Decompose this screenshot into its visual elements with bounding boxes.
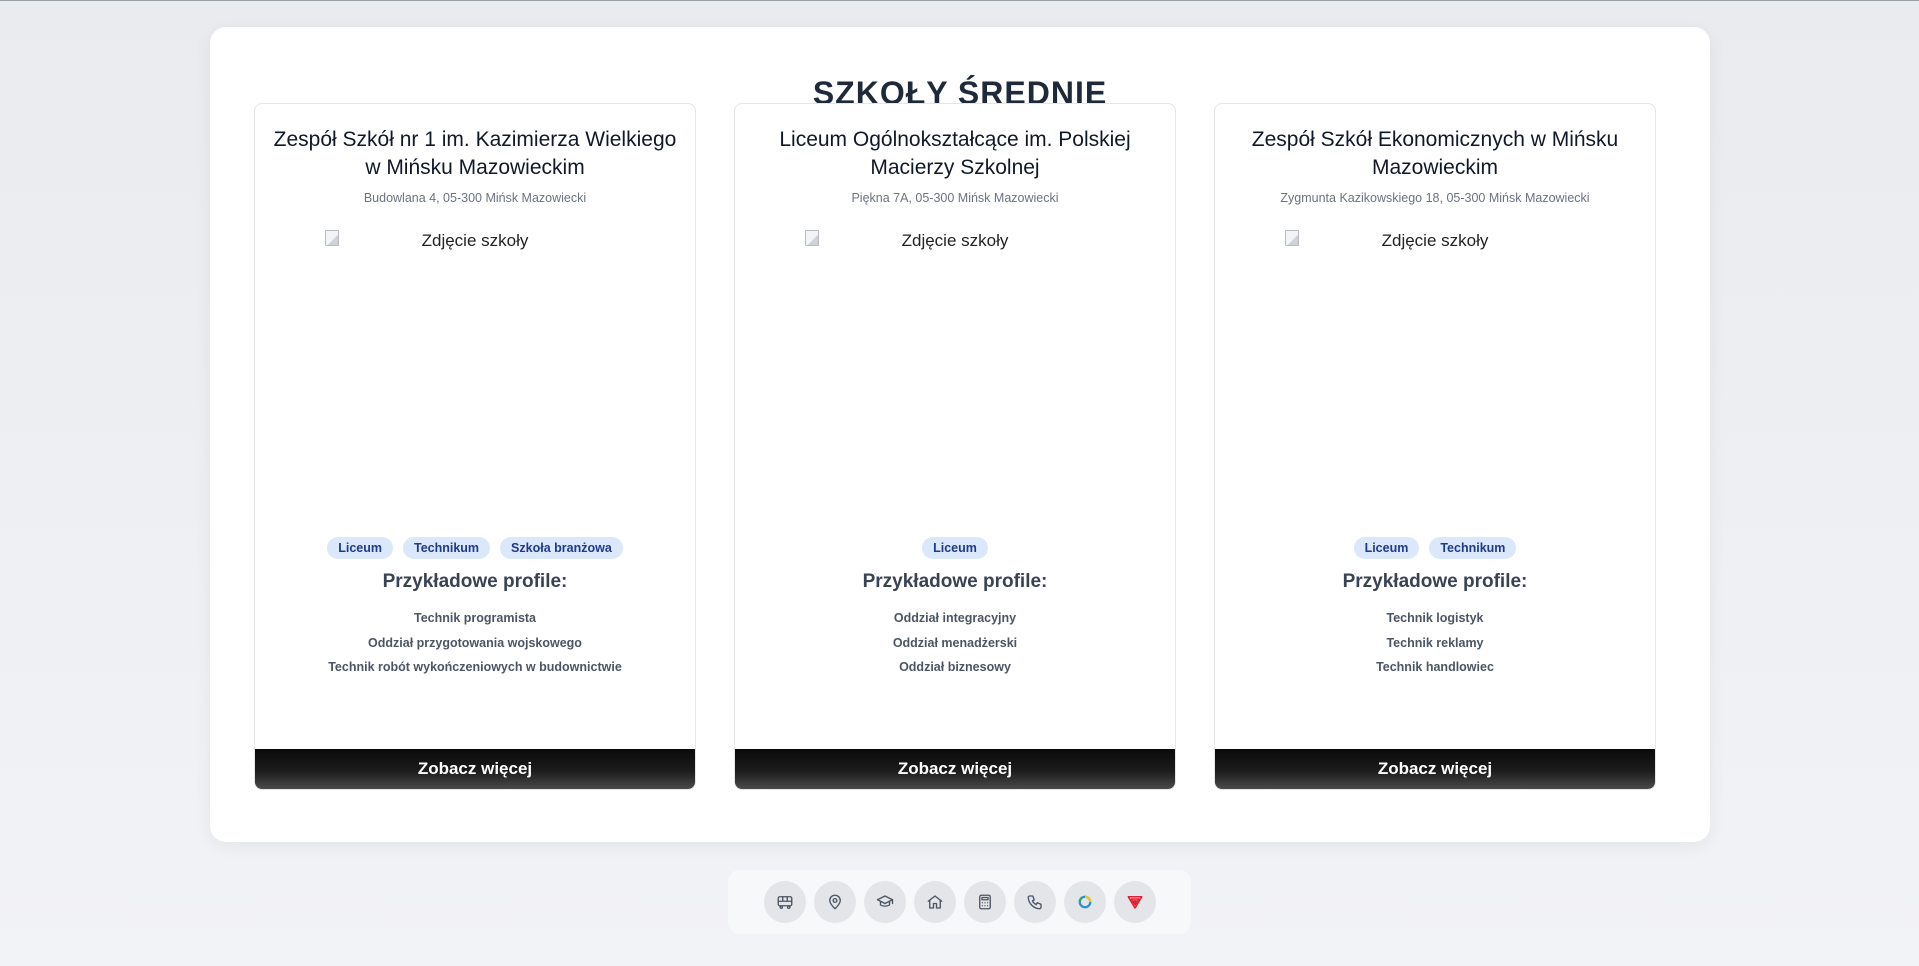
phone-icon[interactable]: [1013, 881, 1056, 923]
broken-image-icon: [1285, 230, 1299, 246]
profile-item: Oddział menadżerski: [892, 635, 1018, 650]
bus-icon[interactable]: [763, 881, 806, 923]
school-name: Zespół Szkół Ekonomicznych w Mińsku Mazo…: [1251, 128, 1619, 179]
school-address: Zygmunta Kazikowskiego 18, 05-300 Mińsk …: [1280, 191, 1590, 205]
profile-item: Technik handlowiec: [1376, 660, 1494, 674]
graduation-cap-icon[interactable]: [863, 881, 906, 923]
profile-item: Technik logistyk: [1386, 611, 1484, 625]
tag-technikum: Technikum: [402, 537, 491, 559]
school-type-tags: Liceum Technikum Szkoła branżowa: [255, 537, 695, 559]
see-more-button[interactable]: Zobacz więcej: [735, 749, 1175, 789]
school-card: Zespół Szkół nr 1 im. Kazimierza Wielkie…: [254, 103, 696, 790]
school-photo-alt: Zdjęcie szkoły: [421, 231, 529, 250]
profiles-heading: Przykładowe profile:: [862, 571, 1048, 592]
profile-item: Oddział przygotowania wojskowego: [368, 635, 582, 650]
schools-panel: SZKOŁY ŚREDNIE Zespół Szkół nr 1 im. Kaz…: [210, 27, 1710, 842]
school-photo-alt: Zdjęcie szkoły: [1381, 231, 1489, 250]
school-type-tags: Liceum: [735, 537, 1175, 559]
profiles-list: Technik programista Oddział przygotowani…: [255, 606, 695, 680]
profiles-list: Technik logistyk Technik reklamy Technik…: [1215, 606, 1655, 680]
profile-item: Technik reklamy: [1386, 635, 1484, 650]
home-icon[interactable]: [913, 881, 956, 923]
school-card: Zespół Szkół Ekonomicznych w Mińsku Mazo…: [1214, 103, 1656, 790]
tag-liceum: Liceum: [1353, 537, 1420, 559]
profile-item: Oddział integracyjny: [893, 611, 1017, 625]
see-more-button[interactable]: Zobacz więcej: [255, 749, 695, 789]
calculator-icon[interactable]: [963, 881, 1006, 923]
school-photo: Zdjęcie szkoły: [325, 230, 625, 510]
profile-item: Technik programista: [413, 611, 537, 625]
profile-item: Oddział biznesowy: [899, 660, 1011, 674]
tag-liceum: Liceum: [327, 537, 393, 559]
school-type-tags: Liceum Technikum: [1215, 537, 1655, 559]
school-card: Liceum Ogólnokształcące im. Polskiej Mac…: [734, 103, 1176, 790]
school-photo: Zdjęcie szkoły: [1285, 230, 1585, 510]
broken-image-icon: [325, 230, 339, 246]
school-name: Zespół Szkół nr 1 im. Kazimierza Wielkie…: [273, 128, 677, 179]
shield-logo-icon[interactable]: [1113, 881, 1156, 923]
school-photo-alt: Zdjęcie szkoły: [901, 231, 1009, 250]
school-address: Budowlana 4, 05-300 Mińsk Mazowiecki: [363, 191, 587, 205]
profiles-heading: Przykładowe profile:: [1342, 571, 1528, 592]
bottom-dock: [728, 870, 1191, 934]
tag-liceum: Liceum: [922, 537, 988, 559]
broken-image-icon: [805, 230, 819, 246]
profiles-heading: Przykładowe profile:: [382, 571, 568, 592]
school-name: Liceum Ogólnokształcące im. Polskiej Mac…: [779, 128, 1131, 179]
school-photo: Zdjęcie szkoły: [805, 230, 1105, 510]
map-pin-icon[interactable]: [813, 881, 856, 923]
ring-logo-icon[interactable]: [1063, 881, 1106, 923]
tag-technikum: Technikum: [1429, 537, 1517, 559]
tag-szkola-branzowa: Szkoła branżowa: [500, 537, 623, 559]
school-address: Piękna 7A, 05-300 Mińsk Mazowiecki: [851, 191, 1059, 205]
see-more-button[interactable]: Zobacz więcej: [1215, 749, 1655, 789]
profiles-list: Oddział integracyjny Oddział menadżerski…: [735, 606, 1175, 680]
profile-item: Technik robót wykończeniowych w budownic…: [328, 660, 622, 674]
